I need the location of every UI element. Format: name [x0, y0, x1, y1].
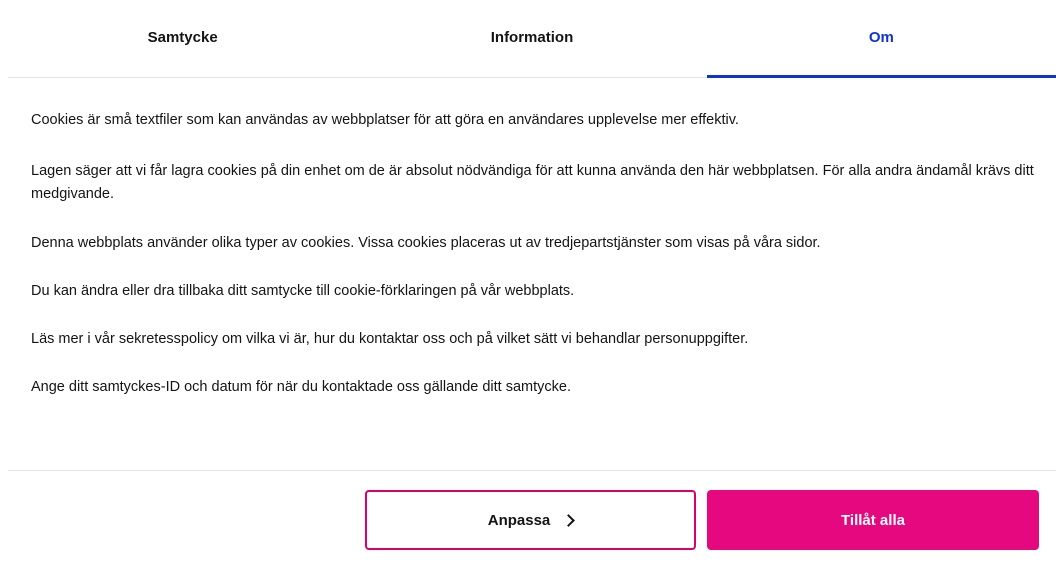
tab-information[interactable]: Information: [357, 0, 706, 77]
paragraph-law: Lagen säger att vi får lagra cookies på …: [31, 163, 1034, 202]
about-content: Cookies är små textfiler som kan använda…: [31, 109, 1041, 424]
tab-samtycke[interactable]: Samtycke: [8, 0, 357, 77]
allow-all-button-label: Tillåt alla: [841, 511, 905, 529]
allow-all-button[interactable]: Tillåt alla: [707, 490, 1039, 550]
cookie-consent-dialog: Samtycke Information Om Cookies är små t…: [0, 0, 1056, 570]
tab-bar: Samtycke Information Om: [8, 0, 1056, 78]
paragraph-consent-id: Ange ditt samtyckes-ID och datum för när…: [31, 379, 571, 395]
tab-om[interactable]: Om: [706, 0, 1056, 78]
paragraph-privacy-policy: Läs mer i vår sekretesspolicy om vilka v…: [31, 331, 749, 347]
chevron-right-icon: [562, 513, 576, 527]
footer-divider: [8, 470, 1056, 471]
paragraph-change-consent: Du kan ändra eller dra tillbaka ditt sam…: [31, 283, 575, 299]
paragraph-cookies-intro: Cookies är små textfiler som kan använda…: [31, 112, 739, 128]
customize-button-label: Anpassa: [487, 511, 551, 529]
paragraph-cookie-types: Denna webbplats använder olika typer av …: [31, 235, 821, 251]
customize-button[interactable]: Anpassa: [365, 490, 696, 550]
